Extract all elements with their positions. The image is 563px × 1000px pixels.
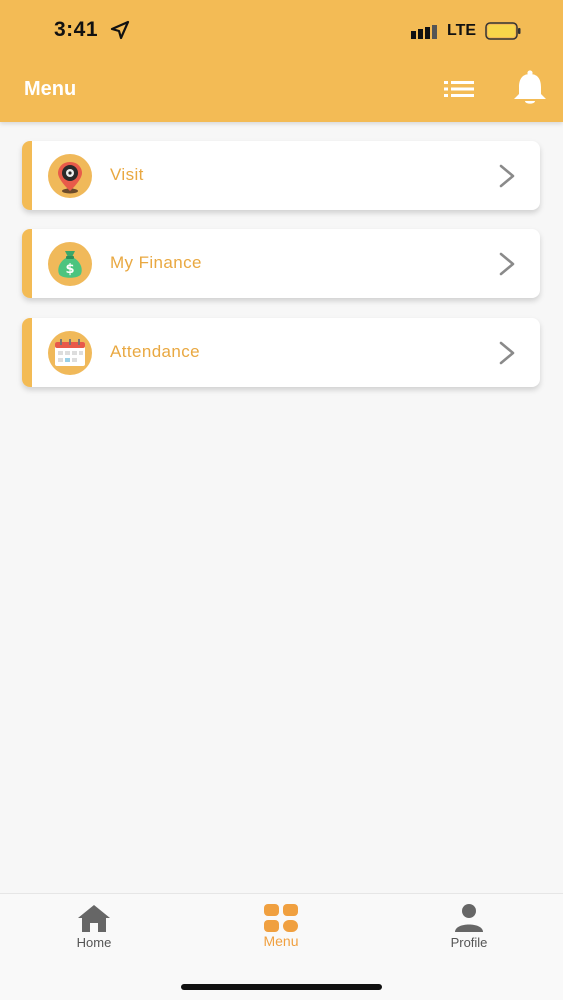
- home-indicator: [181, 984, 382, 990]
- list-icon[interactable]: [444, 80, 474, 98]
- home-icon: [78, 905, 110, 932]
- chevron-right-icon: [499, 341, 515, 365]
- card-accent: [22, 318, 32, 387]
- user-icon: [455, 904, 483, 932]
- location-arrow-icon: [110, 20, 130, 40]
- chevron-right-icon: [499, 252, 515, 276]
- network-type: LTE: [447, 22, 477, 39]
- menu-item-label: Visit: [110, 165, 144, 184]
- nav-profile-label: Profile: [450, 935, 488, 950]
- app-header: 3:41 LTE Menu: [0, 0, 563, 122]
- nav-home-label: Home: [76, 935, 112, 950]
- cellular-signal-icon: [411, 25, 437, 39]
- menu-item-my-finance[interactable]: $ My Finance: [22, 229, 540, 298]
- card-accent: [22, 229, 32, 298]
- page-title: Menu: [24, 78, 77, 100]
- grid-icon: [264, 904, 298, 932]
- status-time: 3:41: [54, 18, 99, 41]
- nav-profile[interactable]: Profile: [409, 894, 529, 974]
- nav-home[interactable]: Home: [34, 894, 154, 974]
- menu-item-visit[interactable]: Visit: [22, 141, 540, 210]
- menu-item-label: Attendance: [110, 342, 201, 361]
- battery-icon: [485, 22, 521, 40]
- svg-text:$: $: [65, 262, 74, 277]
- menu-item-attendance[interactable]: Attendance: [22, 318, 540, 387]
- money-bag-icon: $: [48, 242, 92, 286]
- bell-icon[interactable]: [511, 70, 549, 106]
- calendar-icon: [48, 331, 92, 375]
- nav-menu-label: Menu: [263, 933, 299, 949]
- location-pin-icon: [48, 154, 92, 198]
- chevron-right-icon: [499, 164, 515, 188]
- card-accent: [22, 141, 32, 210]
- nav-menu[interactable]: Menu: [221, 894, 341, 974]
- menu-item-label: My Finance: [110, 253, 202, 272]
